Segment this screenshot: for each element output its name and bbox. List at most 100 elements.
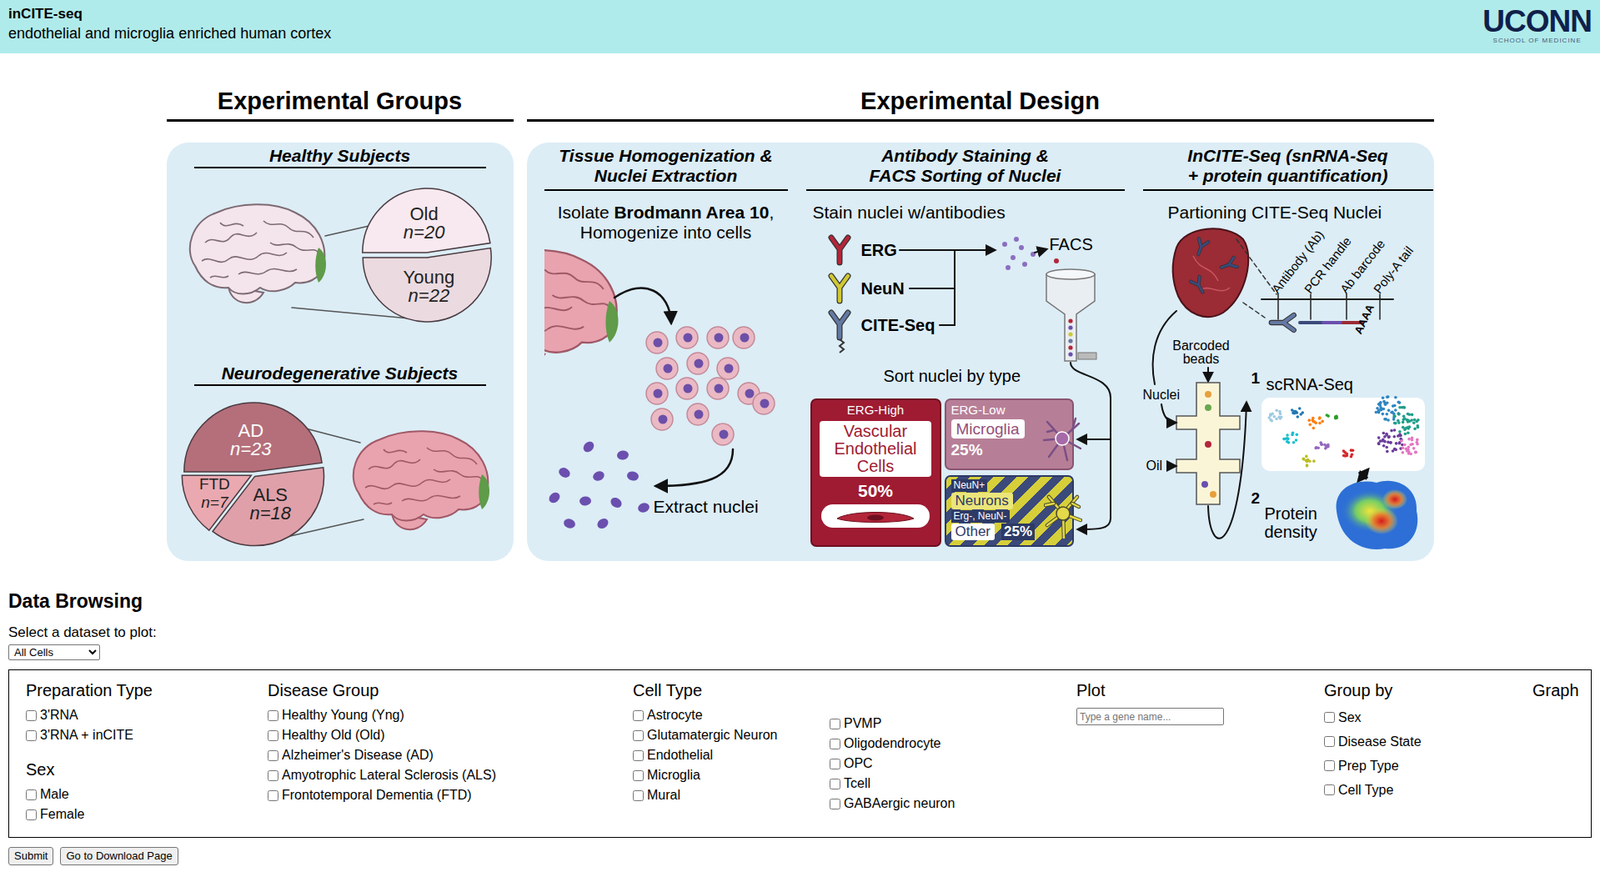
checkbox-option[interactable]: Amyotrophic Lateral Sclerosis (ALS) — [267, 765, 633, 786]
option-label[interactable]: Healthy Old (Old) — [281, 725, 386, 746]
endothelial-box: ERG-High VascularEndothelialCells 50% — [810, 398, 942, 547]
checkbox[interactable] — [267, 770, 279, 782]
checkbox[interactable] — [632, 710, 644, 722]
checkbox[interactable] — [25, 809, 37, 821]
rna-label: scRNA-Seq — [1266, 374, 1354, 395]
checkbox-option[interactable]: Oligodendrocyte — [829, 733, 955, 754]
checkbox[interactable] — [632, 730, 644, 742]
option-label[interactable]: Mural — [647, 785, 681, 806]
checkbox-option[interactable]: Astrocyte — [632, 705, 830, 726]
checkbox-option[interactable]: 3'RNA — [25, 705, 268, 726]
checkbox[interactable] — [632, 770, 644, 782]
checkbox-option[interactable]: Healthy Old (Old) — [267, 725, 633, 746]
checkbox-option[interactable]: Prep Type — [1324, 753, 1533, 778]
incite-step: InCITE-Seq (snRNA-Seq+ protein quantific… — [1143, 145, 1434, 562]
heading-line: InCITE-Seq (snRNA-Seq — [1143, 145, 1434, 166]
checkbox-option[interactable]: Healthy Young (Yng) — [267, 705, 633, 726]
checkbox[interactable] — [25, 730, 37, 742]
dataset-select[interactable]: All Cells — [8, 644, 101, 661]
checkbox[interactable] — [25, 710, 37, 722]
option-label[interactable]: PVMP — [843, 713, 882, 734]
tissue-step: Tissue Homogenization &Nuclei Extraction… — [544, 145, 788, 562]
filter-heading: Sex — [25, 758, 268, 781]
checkbox[interactable] — [1324, 760, 1335, 772]
checkbox-option[interactable]: Tcell — [829, 773, 955, 794]
checkbox[interactable] — [829, 718, 841, 730]
protein-label: Proteindensity — [1264, 504, 1318, 542]
group-by-column: Group by SexDisease StatePrep TypeCell T… — [1324, 679, 1533, 829]
checkbox-option[interactable]: 3'RNA + inCITE — [25, 725, 268, 746]
nucleus-icon — [636, 501, 651, 515]
gene-input[interactable] — [1076, 707, 1224, 726]
checkbox-option[interactable]: Frontotemporal Dementia (FTD) — [267, 785, 633, 806]
cell-icon — [707, 377, 729, 400]
checkbox-option[interactable]: OPC — [829, 753, 955, 774]
cell-icon — [646, 382, 668, 405]
extract-label: Extract nuclei — [653, 496, 759, 517]
pie-label: ALSn=18 — [249, 486, 291, 523]
checkbox-option[interactable]: GABAergic neuron — [829, 793, 955, 814]
slice-name: Old — [403, 205, 446, 224]
checkbox[interactable] — [1324, 712, 1335, 723]
option-label[interactable]: Cell Type — [1338, 777, 1394, 803]
option-label[interactable]: OPC — [843, 753, 873, 774]
text-part: , — [768, 202, 774, 222]
antibody-icon — [1218, 257, 1237, 272]
option-label[interactable]: 3'RNA + inCITE — [40, 725, 134, 746]
neuro-title: Neurodegenerative Subjects — [194, 362, 487, 387]
checkbox-option[interactable]: Microglia — [632, 765, 830, 786]
download-page-button[interactable]: Go to Download Page — [60, 847, 178, 866]
option-label[interactable]: Alzheimer's Disease (AD) — [281, 745, 434, 766]
option-label[interactable]: Astrocyte — [647, 705, 703, 726]
option-label[interactable]: Sex — [1338, 705, 1362, 730]
checkbox[interactable] — [267, 730, 279, 742]
checkbox[interactable] — [25, 789, 37, 801]
checkbox[interactable] — [829, 778, 841, 790]
option-label[interactable]: Prep Type — [1338, 753, 1400, 778]
submit-button[interactable]: Submit — [8, 847, 54, 866]
box-tag: ERG-High — [847, 402, 904, 418]
option-label[interactable]: Tcell — [843, 773, 871, 794]
checkbox-option[interactable]: PVMP — [829, 713, 955, 734]
checkbox[interactable] — [829, 758, 841, 770]
option-label[interactable]: Microglia — [647, 765, 701, 786]
pie-slice — [362, 248, 492, 322]
checkbox-option[interactable]: Disease State — [1324, 729, 1533, 754]
option-label[interactable]: Healthy Young (Yng) — [281, 705, 405, 726]
option-label[interactable]: Endothelial — [647, 745, 713, 766]
neuron-box: NeuN+ Neurons Erg-, NeuN- Other 25% — [944, 475, 1074, 547]
checkbox[interactable] — [267, 710, 279, 722]
checkbox-option[interactable]: Sex — [1324, 705, 1533, 730]
option-label[interactable]: GABAergic neuron — [843, 793, 955, 814]
protein-heatmap — [1335, 481, 1418, 550]
section-title: Data Browsing — [8, 590, 1592, 612]
cell-pill — [821, 504, 930, 528]
option-label[interactable]: Male — [40, 784, 70, 805]
checkbox-option[interactable]: Endothelial — [632, 745, 830, 766]
antibody-icon — [1193, 238, 1208, 256]
checkbox[interactable] — [267, 750, 279, 762]
option-label[interactable]: Frontotemporal Dementia (FTD) — [281, 785, 472, 806]
option-list: Healthy Young (Yng)Healthy Old (Old)Alzh… — [267, 705, 633, 806]
uconn-logo[interactable]: UCONN SCHOOL OF MEDICINE — [1482, 5, 1592, 51]
slice-name: Young — [403, 268, 456, 287]
checkbox[interactable] — [829, 798, 841, 810]
option-label[interactable]: Amyotrophic Lateral Sclerosis (ALS) — [281, 765, 497, 786]
checkbox-option[interactable]: Alzheimer's Disease (AD) — [267, 745, 633, 766]
checkbox[interactable] — [829, 738, 841, 750]
checkbox-option[interactable]: Mural — [632, 785, 830, 806]
option-label[interactable]: Female — [40, 804, 85, 825]
checkbox-option[interactable]: Female — [25, 804, 268, 825]
option-label[interactable]: 3'RNA — [40, 705, 79, 726]
option-label[interactable]: Disease State — [1338, 729, 1422, 754]
checkbox-option[interactable]: Glutamatergic Neuron — [632, 725, 830, 746]
option-label[interactable]: Oligodendrocyte — [843, 733, 942, 754]
checkbox[interactable] — [267, 790, 279, 802]
checkbox[interactable] — [632, 790, 644, 802]
checkbox-option[interactable]: Cell Type — [1324, 777, 1533, 803]
checkbox[interactable] — [1324, 784, 1335, 796]
option-label[interactable]: Glutamatergic Neuron — [647, 725, 778, 746]
checkbox-option[interactable]: Male — [25, 784, 268, 805]
checkbox[interactable] — [632, 750, 644, 762]
checkbox[interactable] — [1324, 736, 1335, 748]
